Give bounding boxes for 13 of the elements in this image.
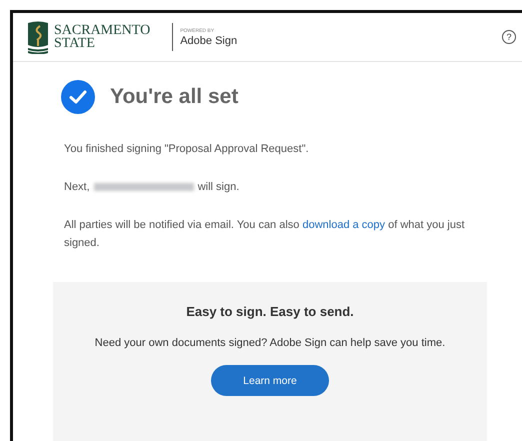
learn-more-button[interactable]: Learn more — [211, 365, 329, 396]
promo-text: Need your own documents signed? Adobe Sign can help save you time. — [94, 337, 446, 349]
logo-wordmark: STATE — [54, 37, 96, 50]
promo-title: Easy to sign. Easy to send. — [186, 304, 354, 319]
product-name: Adobe Sign — [180, 35, 238, 47]
help-button[interactable]: ? — [502, 30, 516, 44]
download-link[interactable]: download a copy — [302, 219, 386, 231]
next-signer-message: Next, will sign. — [64, 180, 240, 195]
notification-message: All parties will be notified via email. You can also download a copy of what you just signed. — [64, 218, 466, 251]
page-title: You're all set — [110, 85, 238, 109]
logo-wordmark: SACRAMENTO — [54, 24, 150, 37]
torch-logo-icon — [28, 20, 48, 54]
finished-message: You finished signing "Proposal Approval Request". — [64, 142, 310, 157]
